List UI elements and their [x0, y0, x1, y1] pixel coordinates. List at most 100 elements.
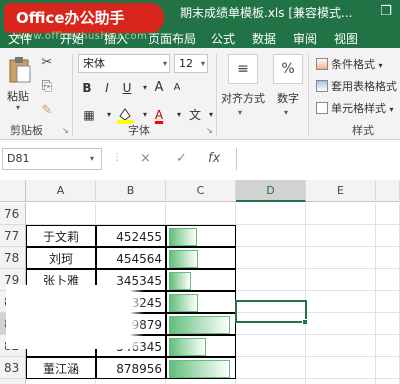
- name-cell[interactable]: 刘珂: [26, 247, 96, 269]
- tab-formulas[interactable]: 公式: [211, 30, 235, 47]
- name-cell[interactable]: 于文莉: [26, 225, 96, 247]
- column-header-b[interactable]: B: [96, 180, 166, 202]
- table-cell[interactable]: [376, 313, 400, 335]
- score-cell[interactable]: 454564: [96, 247, 166, 269]
- table-cell[interactable]: [236, 203, 306, 225]
- cut-icon[interactable]: ✂: [38, 54, 56, 72]
- score-cell[interactable]: 878956: [96, 357, 166, 379]
- table-cell[interactable]: [306, 357, 376, 379]
- table-cell[interactable]: [236, 335, 306, 357]
- font-name-value: 宋体: [83, 57, 105, 70]
- italic-button[interactable]: I: [98, 79, 116, 97]
- table-cell[interactable]: [306, 269, 376, 291]
- table-cell[interactable]: [236, 379, 306, 384]
- row-header[interactable]: 77: [0, 225, 26, 247]
- paste-icon[interactable]: [8, 56, 32, 84]
- databar-cell[interactable]: [166, 269, 236, 291]
- font-launcher-icon[interactable]: ↘: [206, 126, 213, 135]
- paste-label[interactable]: 粘贴: [7, 88, 29, 104]
- row-header[interactable]: 83: [0, 357, 26, 379]
- name-cell[interactable]: [26, 203, 96, 225]
- table-cell[interactable]: [166, 203, 236, 225]
- table-cell[interactable]: [236, 247, 306, 269]
- score-cell[interactable]: [96, 203, 166, 225]
- table-cell[interactable]: [306, 379, 376, 384]
- cancel-icon[interactable]: ×: [140, 148, 151, 170]
- column-header-a[interactable]: A: [26, 180, 96, 202]
- table-cell[interactable]: [306, 203, 376, 225]
- score-cell[interactable]: 452455: [96, 225, 166, 247]
- table-cell[interactable]: [376, 225, 400, 247]
- table-cell[interactable]: [166, 379, 236, 384]
- select-all-corner[interactable]: [0, 180, 26, 202]
- column-header-e[interactable]: E: [306, 180, 376, 202]
- tab-page-layout[interactable]: 页面布局: [148, 30, 196, 47]
- table-cell[interactable]: [236, 269, 306, 291]
- databar-cell[interactable]: [166, 313, 236, 335]
- databar-cell[interactable]: [166, 335, 236, 357]
- column-header-c[interactable]: C: [166, 180, 236, 202]
- table-cell[interactable]: [306, 313, 376, 335]
- tab-insert[interactable]: 插入: [104, 30, 128, 47]
- tab-view[interactable]: 视图: [334, 30, 358, 47]
- shrink-font-button[interactable]: A: [168, 79, 186, 97]
- bold-button[interactable]: B: [78, 79, 96, 97]
- table-cell[interactable]: [376, 335, 400, 357]
- databar-cell[interactable]: [166, 291, 236, 313]
- borders-icon[interactable]: ▦: [78, 106, 100, 124]
- databar-cell[interactable]: [166, 225, 236, 247]
- column-header-d[interactable]: D: [236, 180, 306, 202]
- row-header[interactable]: 84: [0, 379, 26, 384]
- formula-input[interactable]: [236, 148, 400, 170]
- name-cell[interactable]: 董江涵: [26, 357, 96, 379]
- score-cell[interactable]: [96, 379, 166, 384]
- table-cell[interactable]: [376, 247, 400, 269]
- table-cell[interactable]: [376, 357, 400, 379]
- font-name-select[interactable]: 宋体 ▾: [78, 54, 170, 73]
- tab-review[interactable]: 审阅: [293, 30, 317, 47]
- row-header[interactable]: 78: [0, 247, 26, 269]
- name-box[interactable]: D81: [2, 148, 102, 170]
- chevron-down-icon[interactable]: ▾: [238, 108, 242, 117]
- cell-styles-button[interactable]: 单元格样式 ▾: [316, 100, 394, 116]
- tab-file[interactable]: 文件: [8, 30, 32, 47]
- format-as-table-button[interactable]: 套用表格格式 ▾: [316, 78, 400, 94]
- format-painter-icon[interactable]: ✎: [38, 102, 56, 120]
- table-cell[interactable]: [376, 379, 400, 384]
- row-header[interactable]: 76: [0, 203, 26, 225]
- number-format-button[interactable]: % 数字: [270, 54, 306, 106]
- worksheet-grid[interactable]: A B C D E 76 77 于文莉 452455 78 刘珂 454564 79 张卜雅 34…: [0, 180, 400, 384]
- enter-icon[interactable]: ✓: [176, 148, 187, 170]
- alignment-button[interactable]: ≡ 对齐方式: [218, 54, 268, 106]
- copy-icon[interactable]: ⎘: [38, 78, 56, 96]
- conditional-format-button[interactable]: 条件格式 ▾: [316, 56, 383, 72]
- tab-data[interactable]: 数据: [252, 30, 276, 47]
- name-cell[interactable]: [26, 379, 96, 384]
- paste-dropdown-icon[interactable]: ▾: [16, 103, 20, 112]
- table-cell[interactable]: [376, 291, 400, 313]
- font-size-select[interactable]: 12 ▾: [174, 54, 208, 73]
- grow-font-button[interactable]: A: [150, 79, 168, 97]
- databar-cell[interactable]: [166, 247, 236, 269]
- table-cell[interactable]: [306, 291, 376, 313]
- chevron-down-icon[interactable]: ▾: [200, 106, 222, 124]
- table-cell[interactable]: [236, 225, 306, 247]
- table-cell[interactable]: [306, 335, 376, 357]
- tab-home[interactable]: 开始: [60, 30, 84, 47]
- chevron-down-icon[interactable]: ▾: [284, 108, 288, 117]
- table-cell[interactable]: [376, 203, 400, 225]
- fill-handle[interactable]: [302, 319, 308, 325]
- table-cell[interactable]: [306, 225, 376, 247]
- table-cell[interactable]: [306, 247, 376, 269]
- font-color-button[interactable]: A: [148, 106, 170, 124]
- restore-icon[interactable]: ❐: [376, 2, 396, 22]
- databar-cell[interactable]: [166, 357, 236, 379]
- clipboard-launcher-icon[interactable]: ↘: [62, 126, 69, 135]
- underline-button[interactable]: U: [118, 79, 136, 97]
- chevron-down-icon[interactable]: ▾: [90, 148, 94, 170]
- column-header-f[interactable]: [376, 180, 400, 202]
- table-cell[interactable]: [236, 357, 306, 379]
- active-cell-d81[interactable]: [235, 300, 307, 323]
- insert-function-icon[interactable]: fx: [208, 148, 220, 170]
- table-cell[interactable]: [376, 269, 400, 291]
